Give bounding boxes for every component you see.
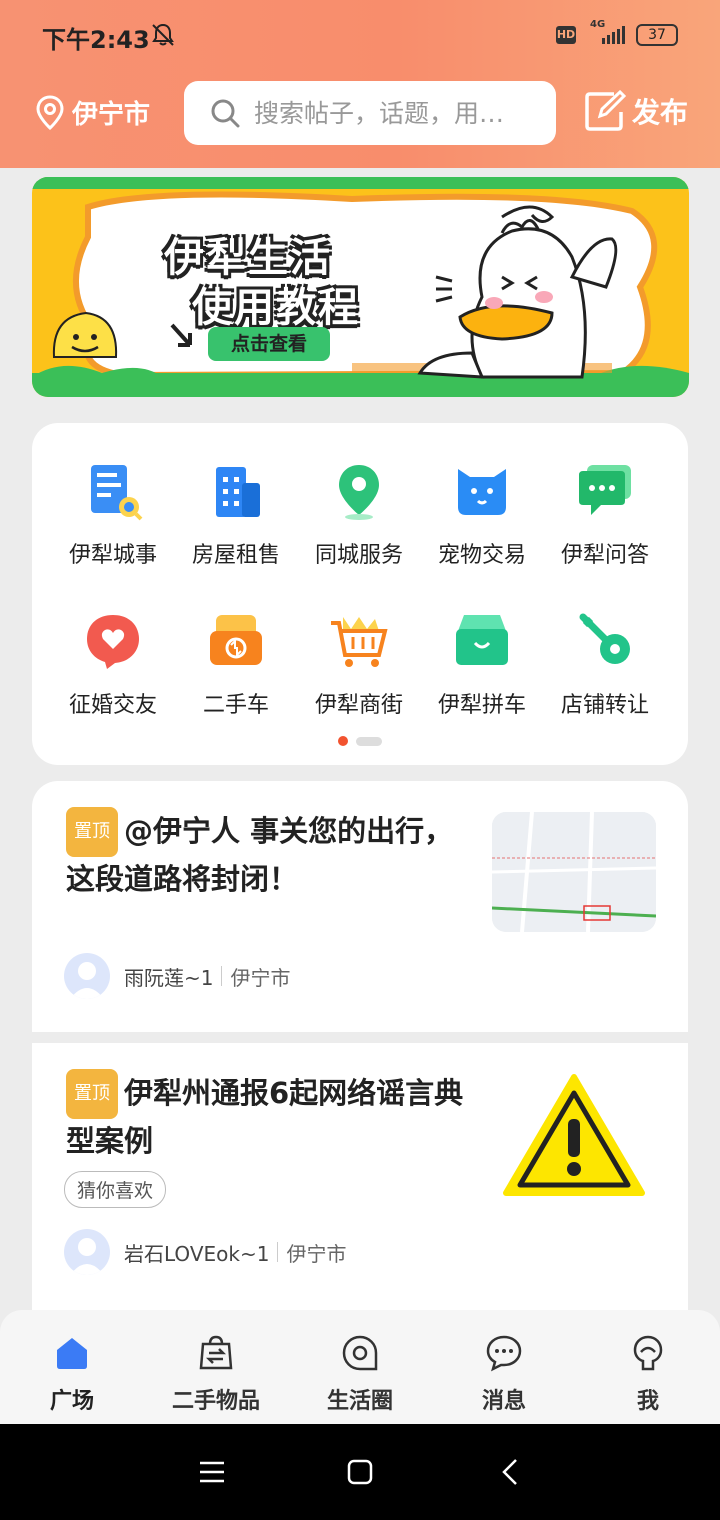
- category-label: 店铺转让: [560, 693, 649, 718]
- publish-button[interactable]: 发布: [584, 90, 688, 132]
- category-used-cars[interactable]: 二手车: [174, 611, 298, 741]
- category-label: 房屋租售: [191, 543, 280, 568]
- post-author[interactable]: 岩石LOVEok~1 伊宁市: [64, 1229, 346, 1275]
- avatar: [64, 1229, 110, 1275]
- edit-icon: [585, 90, 626, 131]
- post-title: 置顶 @伊宁人 事关您的出行，这段道路将封闭！: [66, 807, 476, 901]
- tab-plaza[interactable]: 广场: [0, 1310, 144, 1424]
- system-nav-bar: [0, 1424, 720, 1520]
- signal-icon: [602, 26, 625, 44]
- back-icon[interactable]: [496, 1456, 528, 1488]
- location-pin-icon: [339, 465, 379, 520]
- search-input[interactable]: [254, 98, 534, 128]
- cat-icon: [458, 469, 506, 515]
- avatar: [64, 953, 110, 999]
- publish-label: 发布: [632, 96, 689, 129]
- category-label: 伊犁拼车: [437, 693, 526, 718]
- tab-life-circle[interactable]: 生活圈: [288, 1310, 432, 1424]
- category-grid: 伊犁城事 房屋租售 同城服务 宠物交易 伊犁问答 征婚交友 二手车 伊犁商街 伊…: [32, 423, 688, 765]
- category-housing[interactable]: 房屋租售: [174, 461, 298, 591]
- exchange-bag-icon: [199, 1335, 233, 1370]
- category-city-services[interactable]: 同城服务: [297, 461, 421, 591]
- category-label: 宠物交易: [437, 543, 526, 568]
- search-icon: [211, 99, 240, 128]
- page-dot: [356, 736, 382, 746]
- post-title-text: 伊犁州通报6起网络谣言典型案例: [66, 1076, 464, 1158]
- warning-icon: [503, 1074, 645, 1196]
- category-shop-transfer[interactable]: 店铺转让: [543, 611, 667, 741]
- tab-label: 广场: [49, 1389, 94, 1414]
- home-button-icon[interactable]: [344, 1456, 376, 1488]
- tab-second-hand[interactable]: 二手物品: [144, 1310, 288, 1424]
- category-shopping-street[interactable]: 伊犁商街: [297, 611, 421, 741]
- tab-label: 消息: [481, 1389, 526, 1414]
- category-label: 伊犁商街: [314, 693, 403, 718]
- category-label: 同城服务: [314, 543, 403, 568]
- location-selector[interactable]: 伊宁市: [36, 94, 150, 131]
- document-icon: [91, 465, 143, 521]
- location-label: 伊宁市: [72, 100, 151, 130]
- header: 下午2:43 HD 4G 37 伊宁市 搜索帖子，话题，用… 发布: [0, 0, 720, 168]
- tab-label: 我: [636, 1389, 659, 1414]
- map-image: [492, 812, 656, 932]
- category-dating[interactable]: 征婚交友: [51, 611, 175, 741]
- author-name: 岩石LOVEok~1: [124, 1241, 270, 1266]
- author-city: 伊宁市: [286, 1241, 347, 1266]
- tab-me[interactable]: 我: [576, 1310, 720, 1424]
- menu-icon[interactable]: [196, 1456, 228, 1488]
- post-thumbnail: [492, 812, 656, 932]
- battery-level: 37: [648, 27, 666, 43]
- post-card[interactable]: 置顶 @伊宁人 事关您的出行，这段道路将封闭！ 雨阮莲~1 伊宁市: [32, 781, 688, 1032]
- pinned-badge: 置顶: [66, 1069, 118, 1119]
- category-city-news[interactable]: 伊犁城事: [51, 461, 175, 591]
- category-qa[interactable]: 伊犁问答: [543, 461, 667, 591]
- banner-view-button[interactable]: 点击查看: [208, 327, 330, 361]
- chat-bubble-icon: [579, 465, 631, 515]
- page-indicator: [338, 736, 382, 746]
- pinned-badge: 置顶: [66, 807, 118, 857]
- post-card[interactable]: 置顶 伊犁州通报6起网络谣言典型案例 猜你喜欢 岩石LOVEok~1 伊宁市: [32, 1043, 688, 1313]
- category-label: 二手车: [202, 693, 269, 718]
- home-icon: [57, 1338, 87, 1369]
- search-bar[interactable]: [184, 81, 556, 145]
- circle-chat-icon: [342, 1335, 378, 1371]
- post-author[interactable]: 雨阮莲~1 伊宁市: [64, 953, 290, 999]
- heart-bubble-icon: [87, 615, 139, 669]
- category-label: 伊犁问答: [560, 543, 649, 568]
- recommend-tag: 猜你喜欢: [64, 1171, 167, 1208]
- divider: [221, 966, 223, 986]
- van-icon: [456, 615, 508, 665]
- car-icon: [210, 615, 262, 665]
- status-time: 下午2:43: [42, 26, 150, 54]
- tutorial-banner[interactable]: 伊犁生活 使用教程 点击查看: [32, 177, 689, 397]
- building-icon: [216, 467, 260, 517]
- category-carpool[interactable]: 伊犁拼车: [420, 611, 544, 741]
- bell-muted-icon: [152, 23, 174, 46]
- hd-badge: HD: [556, 26, 576, 44]
- key-icon: [579, 613, 630, 664]
- banner-illustration: [32, 177, 689, 397]
- divider: [277, 1242, 279, 1262]
- tab-messages[interactable]: 消息: [432, 1310, 576, 1424]
- tab-label: 生活圈: [326, 1389, 393, 1414]
- author-name: 雨阮莲~1: [124, 965, 214, 990]
- author-city: 伊宁市: [230, 965, 291, 990]
- page-dot-active: [338, 736, 348, 746]
- category-label: 伊犁城事: [68, 543, 157, 568]
- tab-label: 二手物品: [171, 1389, 260, 1414]
- status-bar: 下午2:43 HD 4G 37: [0, 0, 720, 70]
- post-title: 置顶 伊犁州通报6起网络谣言典型案例: [66, 1069, 476, 1163]
- battery-icon: 37: [636, 24, 678, 46]
- category-label: 征婚交友: [68, 693, 157, 718]
- bottom-tab-bar: 广场 二手物品 生活圈 消息 我: [0, 1310, 720, 1424]
- message-icon: [486, 1335, 522, 1372]
- location-pin-icon: [36, 94, 64, 130]
- category-pets[interactable]: 宠物交易: [420, 461, 544, 591]
- post-title-text: @伊宁人 事关您的出行，这段道路将封闭！: [66, 814, 454, 896]
- profile-icon: [633, 1335, 663, 1371]
- cart-icon: [331, 617, 388, 667]
- banner-title-line2: 使用教程: [192, 285, 360, 331]
